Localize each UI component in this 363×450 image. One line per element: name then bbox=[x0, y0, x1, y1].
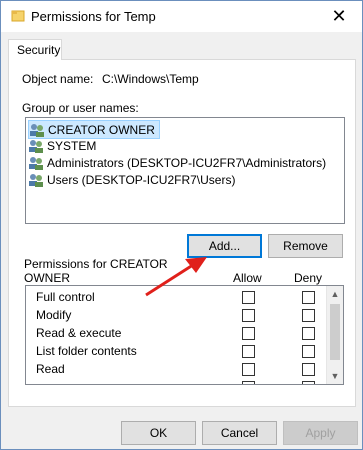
list-item[interactable]: SYSTEM bbox=[28, 137, 96, 154]
tab-security-label: Security bbox=[17, 43, 61, 57]
object-name-label: Object name: bbox=[22, 72, 94, 86]
permissions-scrollbar[interactable]: ▲ ▼ bbox=[326, 286, 343, 384]
list-item-label: SYSTEM bbox=[47, 138, 97, 153]
allow-checkbox[interactable] bbox=[242, 363, 255, 376]
permission-name: Read bbox=[36, 362, 65, 376]
folder-icon bbox=[11, 10, 25, 22]
cancel-button[interactable]: Cancel bbox=[202, 421, 277, 445]
object-name-value: C:\Windows\Temp bbox=[102, 72, 199, 86]
table-row bbox=[26, 378, 326, 384]
list-item-label: Administrators (DESKTOP-ICU2FR7\Administ… bbox=[47, 155, 327, 170]
list-item[interactable]: Users (DESKTOP-ICU2FR7\Users) bbox=[28, 171, 235, 188]
allow-checkbox[interactable] bbox=[242, 327, 255, 340]
scroll-down-icon[interactable]: ▼ bbox=[327, 368, 343, 384]
users-icon bbox=[30, 123, 44, 137]
allow-checkbox[interactable] bbox=[242, 291, 255, 304]
deny-checkbox[interactable] bbox=[302, 327, 315, 340]
deny-checkbox[interactable] bbox=[302, 291, 315, 304]
table-row: List folder contents bbox=[26, 342, 326, 360]
permission-name: Modify bbox=[36, 308, 72, 322]
table-row: Modify bbox=[26, 306, 326, 324]
allow-checkbox[interactable] bbox=[242, 309, 255, 322]
permissions-dialog: Permissions for Temp ✕ Security Object n… bbox=[0, 0, 363, 450]
table-row: Read bbox=[26, 360, 326, 378]
list-item-label: Users (DESKTOP-ICU2FR7\Users) bbox=[47, 172, 236, 187]
group-list[interactable]: CREATOR OWNER SYSTEM Administrators (DES… bbox=[25, 117, 345, 224]
allow-checkbox[interactable] bbox=[242, 345, 255, 358]
group-names-label: Group or user names: bbox=[22, 101, 139, 115]
ok-button[interactable]: OK bbox=[121, 421, 196, 445]
users-icon bbox=[29, 156, 43, 170]
red-arrow-annotation bbox=[145, 257, 207, 297]
users-icon bbox=[29, 139, 43, 153]
deny-checkbox[interactable] bbox=[302, 381, 315, 384]
title-bar: Permissions for Temp ✕ bbox=[1, 1, 362, 32]
apply-button[interactable]: Apply bbox=[283, 421, 358, 445]
deny-checkbox[interactable] bbox=[302, 309, 315, 322]
deny-column-header: Deny bbox=[294, 271, 323, 285]
scroll-thumb[interactable] bbox=[330, 304, 340, 360]
close-icon: ✕ bbox=[331, 6, 347, 26]
security-panel: Object name: C:\Windows\Temp Group or us… bbox=[8, 59, 356, 407]
list-item-label: CREATOR OWNER bbox=[48, 122, 155, 137]
permission-name: List folder contents bbox=[36, 344, 137, 358]
allow-column-header: Allow bbox=[233, 271, 262, 285]
tab-security[interactable]: Security bbox=[8, 39, 62, 60]
permission-name: Full control bbox=[36, 290, 95, 304]
deny-checkbox[interactable] bbox=[302, 345, 315, 358]
scroll-up-icon[interactable]: ▲ bbox=[327, 286, 343, 302]
users-icon bbox=[29, 173, 43, 187]
table-row: Read & execute bbox=[26, 324, 326, 342]
window-title: Permissions for Temp bbox=[31, 9, 156, 24]
permission-name: Read & execute bbox=[36, 326, 122, 340]
permissions-label-line2: OWNER bbox=[24, 271, 70, 285]
list-item[interactable]: Administrators (DESKTOP-ICU2FR7\Administ… bbox=[28, 154, 326, 171]
deny-checkbox[interactable] bbox=[302, 363, 315, 376]
allow-checkbox[interactable] bbox=[242, 381, 255, 384]
remove-button[interactable]: Remove bbox=[268, 234, 343, 258]
close-button[interactable]: ✕ bbox=[316, 1, 362, 32]
